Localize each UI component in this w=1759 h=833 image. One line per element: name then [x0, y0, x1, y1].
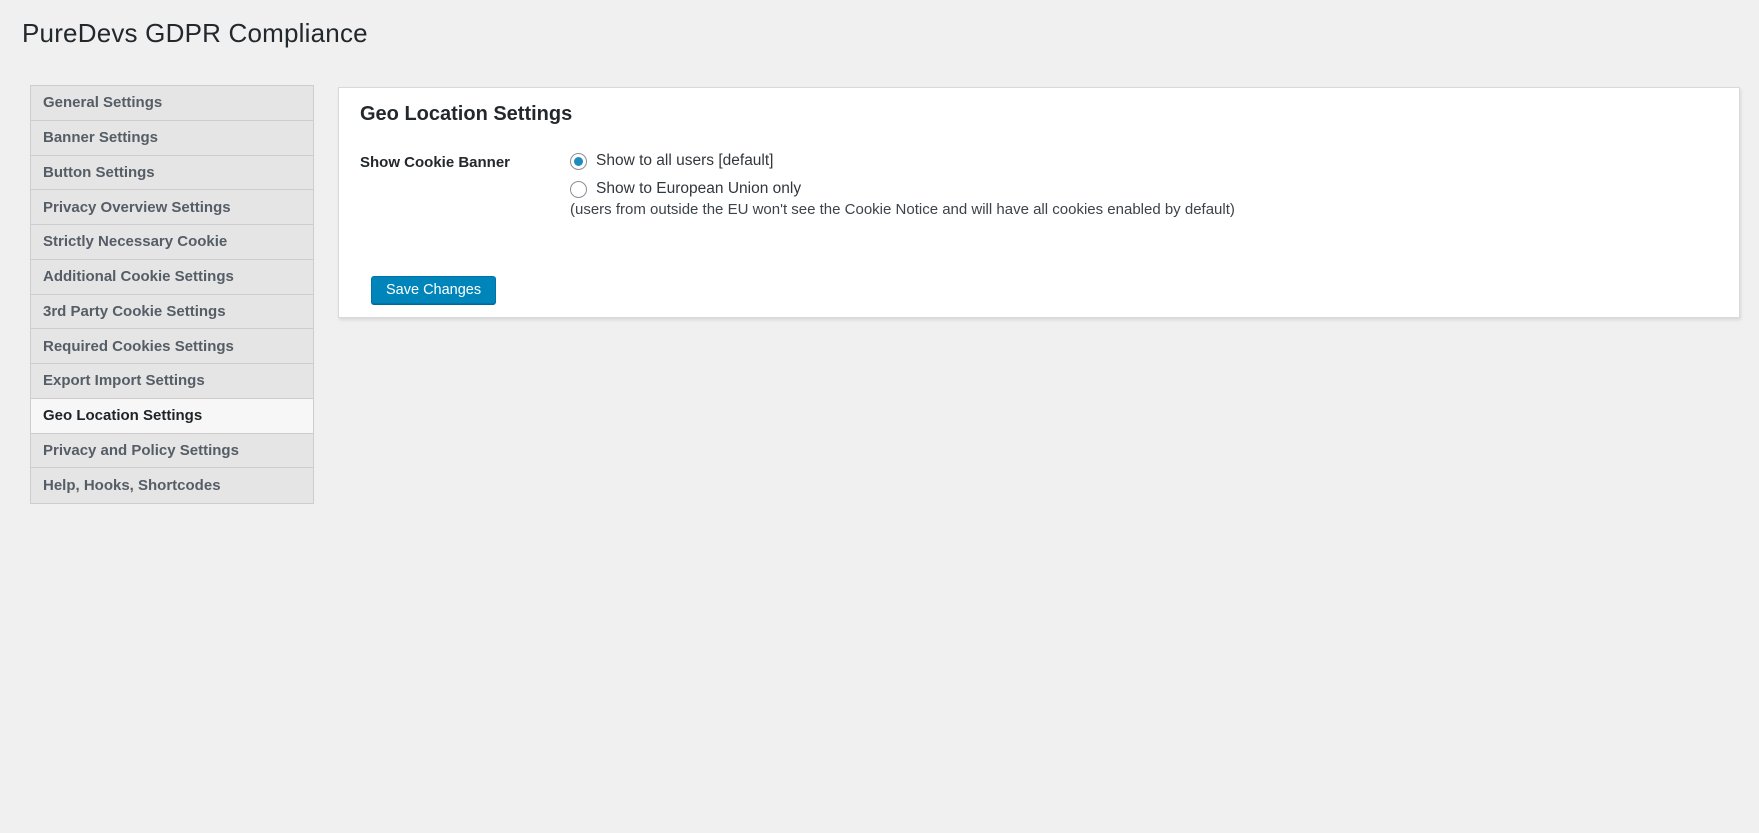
sidebar-item-help-hooks-shortcodes[interactable]: Help, Hooks, Shortcodes — [31, 468, 313, 503]
sidebar-item-general-settings[interactable]: General Settings — [31, 86, 313, 121]
page-title: PureDevs GDPR Compliance — [22, 18, 368, 48]
sidebar-item-button-settings[interactable]: Button Settings — [31, 155, 313, 191]
sidebar-item-3rd-party-cookie-settings[interactable]: 3rd Party Cookie Settings — [31, 294, 313, 330]
sidebar-item-additional-cookie-settings[interactable]: Additional Cookie Settings — [31, 259, 313, 295]
sidebar-item-geo-location-settings[interactable]: Geo Location Settings — [31, 398, 313, 434]
option-label: Show to all users [default] — [596, 152, 774, 169]
sidebar-item-privacy-overview-settings[interactable]: Privacy Overview Settings — [31, 190, 313, 225]
save-changes-button[interactable]: Save Changes — [371, 276, 497, 304]
option-show-to-eu-only[interactable]: Show to European Union only — [570, 180, 1235, 198]
panel-heading: Geo Location Settings — [360, 103, 573, 125]
settings-tabs: General Settings Banner Settings Button … — [30, 85, 314, 504]
sidebar-item-banner-settings[interactable]: Banner Settings — [31, 120, 313, 156]
eu-option-note: (users from outside the EU won't see the… — [570, 201, 1235, 218]
settings-panel: Geo Location Settings Show Cookie Banner… — [338, 87, 1740, 318]
sidebar-item-export-import-settings[interactable]: Export Import Settings — [31, 364, 313, 399]
radio-show-to-all-users[interactable] — [570, 152, 587, 170]
option-show-to-all-users[interactable]: Show to all users [default] — [570, 152, 1235, 170]
show-cookie-banner-row: Show Cookie Banner Show to all users [de… — [360, 152, 1718, 218]
show-cookie-banner-label: Show Cookie Banner — [360, 154, 511, 171]
sidebar-item-privacy-and-policy-settings[interactable]: Privacy and Policy Settings — [31, 433, 313, 469]
option-label: Show to European Union only — [596, 180, 802, 197]
sidebar-item-strictly-necessary-cookie[interactable]: Strictly Necessary Cookie — [31, 225, 313, 260]
sidebar-item-required-cookies-settings[interactable]: Required Cookies Settings — [31, 329, 313, 364]
radio-show-to-eu-only[interactable] — [570, 180, 587, 198]
show-cookie-banner-options: Show to all users [default] Show to Euro… — [570, 152, 1235, 218]
